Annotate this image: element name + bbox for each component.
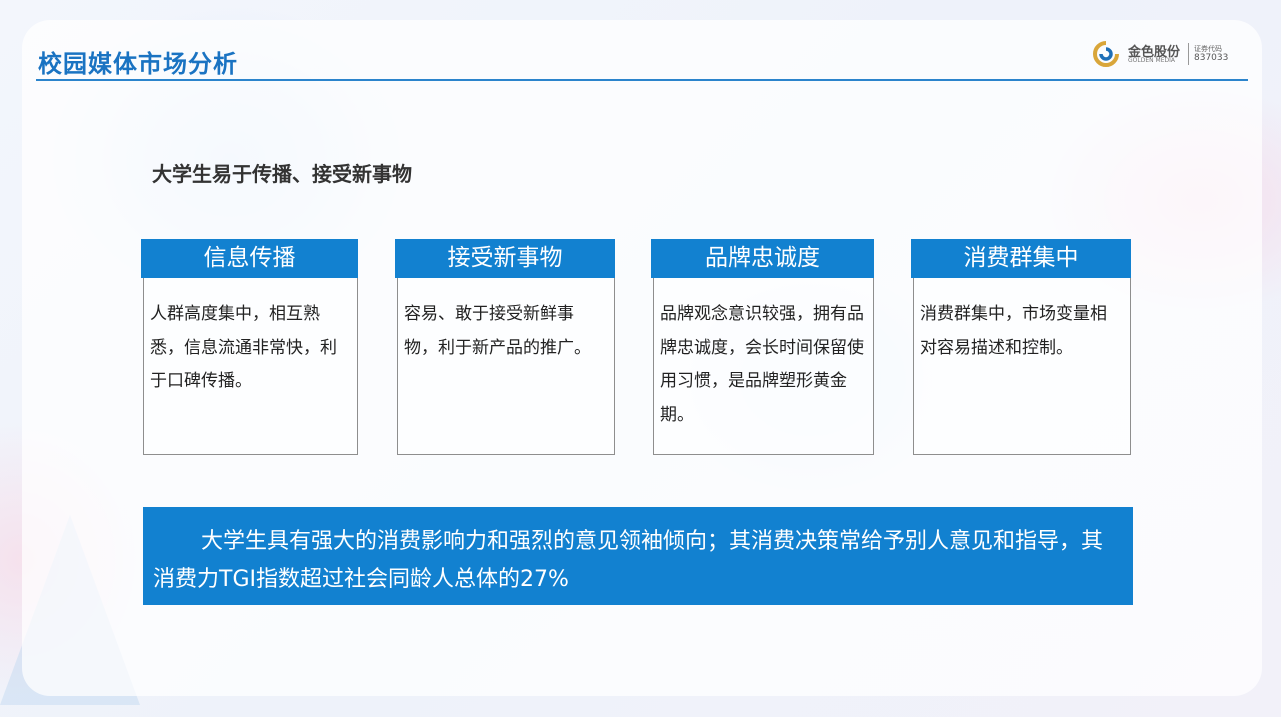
feature-heading: 信息传播 <box>141 239 358 278</box>
logo-name-en: GOLDEN MEDIA <box>1128 57 1175 64</box>
feature-card-new-things: 接受新事物 容易、敢于接受新鲜事物，利于新产品的推广。 <box>395 239 615 455</box>
feature-card-info-spread: 信息传播 人群高度集中，相互熟悉，信息流通非常快，利于口碑传播。 <box>141 239 358 455</box>
company-logo: 金色股份 GOLDEN MEDIA 证券代码 837033 <box>1090 38 1240 70</box>
feature-description: 容易、敢于接受新鲜事物，利于新产品的推广。 <box>404 304 591 358</box>
feature-heading: 品牌忠诚度 <box>651 239 874 278</box>
feature-description: 消费群集中，市场变量相对容易描述和控制。 <box>920 304 1107 358</box>
feature-card-brand-loyalty: 品牌忠诚度 品牌观念意识较强，拥有品牌忠诚度，会长时间保留使用习惯，是品牌塑形黄… <box>651 239 874 455</box>
logo-separator <box>1188 43 1189 65</box>
feature-card-concentrated-consumers: 消费群集中 消费群集中，市场变量相对容易描述和控制。 <box>911 239 1131 455</box>
summary-banner: 大学生具有强大的消费影响力和强烈的意见领袖倾向；其消费决策常给予别人意见和指导，… <box>143 507 1133 605</box>
feature-description: 人群高度集中，相互熟悉，信息流通非常快，利于口碑传播。 <box>150 304 337 391</box>
feature-heading: 接受新事物 <box>395 239 615 278</box>
stock-code: 837033 <box>1194 53 1229 63</box>
section-subtitle: 大学生易于传播、接受新事物 <box>152 162 412 186</box>
page-title: 校园媒体市场分析 <box>38 50 238 78</box>
feature-heading: 消费群集中 <box>911 239 1131 278</box>
logo-mark-icon <box>1093 41 1119 67</box>
feature-description: 品牌观念意识较强，拥有品牌忠诚度，会长时间保留使用习惯，是品牌塑形黄金期。 <box>660 304 864 425</box>
title-divider <box>36 79 1248 81</box>
